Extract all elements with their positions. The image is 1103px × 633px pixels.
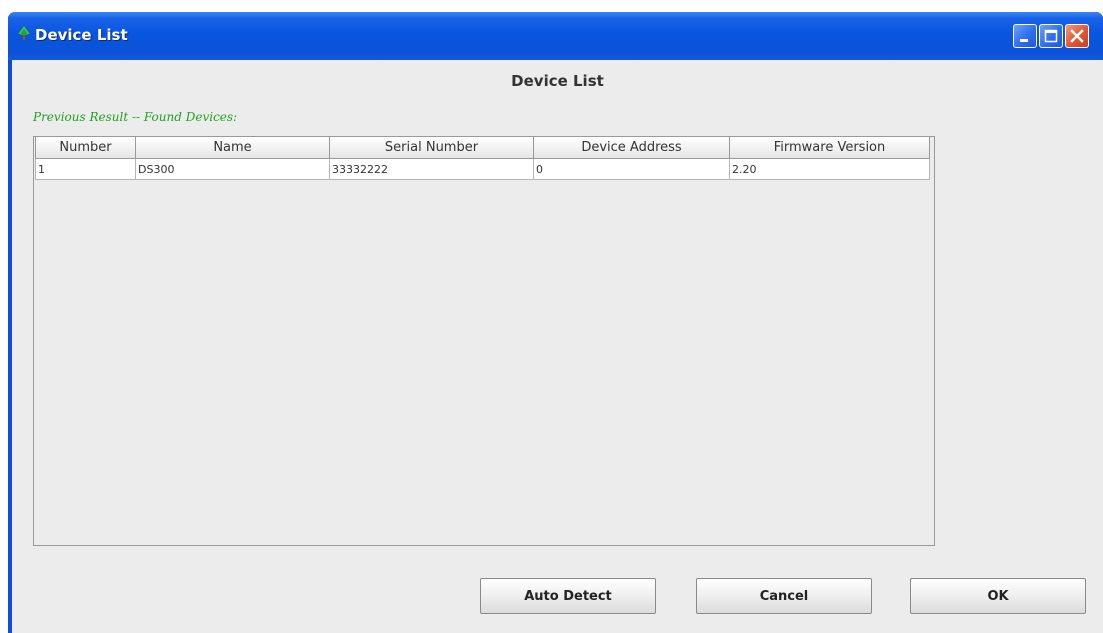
- device-table: Number Name Serial Number Device Address…: [35, 137, 930, 180]
- cell-firmware-version[interactable]: 2.20: [729, 158, 930, 180]
- dialog-heading: Device List: [511, 72, 604, 90]
- device-table-panel[interactable]: Number Name Serial Number Device Address…: [33, 136, 935, 546]
- column-header-name[interactable]: Name: [135, 137, 330, 159]
- cell-name[interactable]: DS300: [135, 158, 330, 180]
- maximize-icon: [1044, 29, 1058, 43]
- minimize-button[interactable]: [1013, 24, 1037, 48]
- dialog-content: Device List Previous Result -- Found Dev…: [12, 60, 1103, 633]
- title-bar[interactable]: Device List: [8, 12, 1103, 60]
- minimize-icon: [1020, 39, 1028, 42]
- cancel-button[interactable]: Cancel: [696, 578, 872, 614]
- found-devices-label: Previous Result -- Found Devices:: [33, 110, 238, 124]
- column-header-serial-number[interactable]: Serial Number: [329, 137, 534, 159]
- table-header-row: Number Name Serial Number Device Address…: [35, 137, 930, 159]
- maximize-button[interactable]: [1039, 24, 1063, 48]
- cell-device-address[interactable]: 0: [533, 158, 730, 180]
- close-button[interactable]: [1065, 24, 1089, 48]
- column-header-number[interactable]: Number: [35, 137, 136, 159]
- cell-serial-number[interactable]: 33332222: [329, 158, 534, 180]
- close-icon: [1070, 29, 1084, 43]
- device-list-window: Device List Device List Previous Result …: [8, 12, 1103, 633]
- ok-button[interactable]: OK: [910, 578, 1086, 614]
- column-header-device-address[interactable]: Device Address: [533, 137, 730, 159]
- table-row[interactable]: 1 DS300 33332222 0 2.20: [35, 158, 930, 180]
- column-header-firmware-version[interactable]: Firmware Version: [729, 137, 930, 159]
- cell-number[interactable]: 1: [35, 158, 136, 180]
- tree-icon: [18, 26, 30, 40]
- auto-detect-button[interactable]: Auto Detect: [480, 578, 656, 614]
- window-title: Device List: [35, 26, 128, 44]
